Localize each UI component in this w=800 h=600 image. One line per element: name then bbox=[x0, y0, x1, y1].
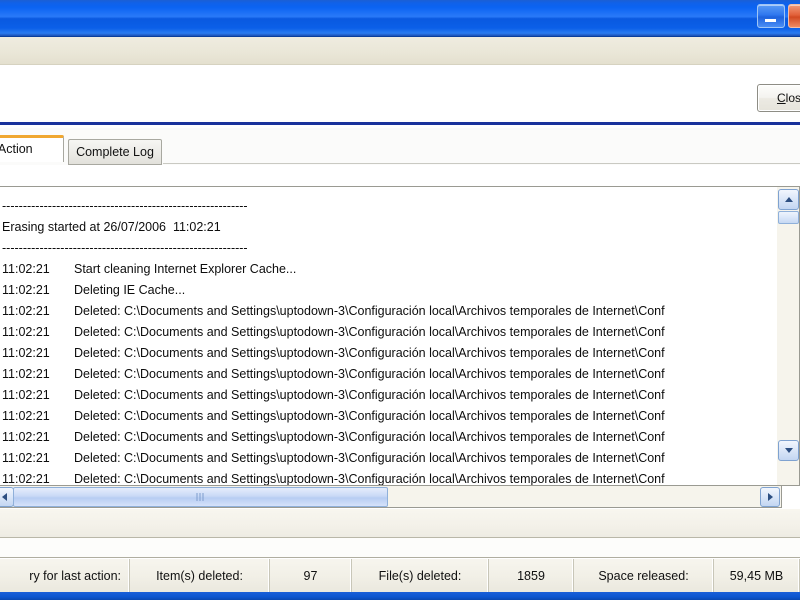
menu-strip bbox=[0, 37, 800, 65]
log-line: 11:02:21 Start cleaning Internet Explorer… bbox=[2, 259, 665, 280]
log-line-message: Deleted: C:\Documents and Settings\uptod… bbox=[74, 430, 665, 444]
status-bar-cell: 97 bbox=[270, 559, 352, 593]
scroll-left-button[interactable] bbox=[0, 487, 14, 507]
panel-filler bbox=[0, 509, 800, 538]
log-line-message: Deleted: C:\Documents and Settings\uptod… bbox=[74, 304, 665, 318]
log-line-message: Deleting IE Cache... bbox=[74, 283, 186, 297]
log-line-message: Deleted: C:\Documents and Settings\uptod… bbox=[74, 451, 665, 465]
log-text-panel[interactable]: ----------------------------------------… bbox=[0, 186, 782, 486]
scroll-right-button[interactable] bbox=[760, 487, 780, 507]
chevron-right-icon bbox=[767, 493, 773, 501]
vertical-scroll-thumb[interactable] bbox=[778, 211, 799, 224]
log-line-message: Deleted: C:\Documents and Settings\uptod… bbox=[74, 388, 665, 402]
window-titlebar: e bbox=[0, 0, 800, 37]
log-line-message: Deleted: C:\Documents and Settings\uptod… bbox=[74, 409, 665, 423]
horizontal-scroll-thumb[interactable] bbox=[13, 487, 388, 507]
scroll-thumb-grip bbox=[196, 493, 205, 501]
log-line: 11:02:21 Deleted: C:\Documents and Settin… bbox=[2, 448, 665, 469]
log-line-timestamp: 11:02:21 bbox=[2, 409, 50, 423]
chevron-up-icon bbox=[784, 197, 793, 202]
log-line: 11:02:21 Deleted: C:\Documents and Settin… bbox=[2, 322, 665, 343]
close-window-button[interactable] bbox=[788, 4, 800, 28]
status-bar-cell: 1859 bbox=[489, 559, 574, 593]
log-separator: ----------------------------------------… bbox=[2, 241, 248, 255]
status-bar: ry for last action: Item(s) deleted: 97 Fil… bbox=[0, 558, 800, 593]
log-line-message: Start cleaning Internet Explorer Cache..… bbox=[74, 262, 297, 276]
log-line: 11:02:21 Deleted: C:\Documents and Settin… bbox=[2, 343, 665, 364]
log-line-timestamp: 11:02:21 bbox=[2, 325, 50, 339]
close-button[interactable]: Clos bbox=[757, 84, 800, 112]
log-line-message: Deleted: C:\Documents and Settings\uptod… bbox=[74, 472, 665, 486]
log-separator: ----------------------------------------… bbox=[2, 199, 248, 213]
status-bar-cell: Item(s) deleted: bbox=[130, 559, 270, 593]
log-line-timestamp: 11:02:21 bbox=[2, 451, 50, 465]
log-line: 11:02:21 Deleting IE Cache... bbox=[2, 280, 665, 301]
close-button-label: los bbox=[785, 91, 800, 105]
log-text-content: ----------------------------------------… bbox=[2, 196, 665, 486]
log-line: 11:02:21 Deleted: C:\Documents and Settin… bbox=[2, 427, 665, 448]
log-line-timestamp: 11:02:21 bbox=[2, 367, 50, 381]
chevron-left-icon bbox=[1, 493, 7, 501]
log-line-timestamp: 11:02:21 bbox=[2, 304, 50, 318]
minimize-icon bbox=[765, 19, 776, 22]
status-bar-cell: Space released: bbox=[574, 559, 714, 593]
window-caption-buttons bbox=[757, 4, 800, 28]
header-divider bbox=[0, 122, 800, 125]
log-line: 11:02:21 Deleted: C:\Documents and Settin… bbox=[2, 301, 665, 322]
header-band: g bbox=[0, 65, 800, 122]
log-line: 11:02:21 Deleted: C:\Documents and Settin… bbox=[2, 385, 665, 406]
tabstrip: st Action Complete Log bbox=[0, 128, 800, 165]
log-line-timestamp: 11:02:21 bbox=[2, 472, 50, 486]
log-line-message: Deleted: C:\Documents and Settings\uptod… bbox=[74, 346, 665, 360]
tab-complete-log[interactable]: Complete Log bbox=[68, 139, 162, 165]
window-bottom-edge bbox=[0, 592, 800, 600]
status-bar-cell: File(s) deleted: bbox=[352, 559, 489, 593]
log-horizontal-scrollbar[interactable] bbox=[0, 486, 782, 508]
log-line: 11:02:21 Deleted: C:\Documents and Settin… bbox=[2, 469, 665, 486]
tab-last-action[interactable]: st Action bbox=[0, 135, 64, 162]
log-line-timestamp: 11:02:21 bbox=[2, 283, 50, 297]
log-line-message: Deleted: C:\Documents and Settings\uptod… bbox=[74, 325, 665, 339]
log-line-timestamp: 11:02:21 bbox=[2, 262, 50, 276]
scroll-up-button[interactable] bbox=[778, 189, 799, 210]
tabstrip-underline bbox=[163, 163, 800, 164]
log-window: e g Clos st Action Complete Log --------… bbox=[0, 0, 800, 600]
minimize-button[interactable] bbox=[757, 4, 785, 28]
log-line: 11:02:21 Deleted: C:\Documents and Settin… bbox=[2, 364, 665, 385]
log-line: Erasing started at 26/07/2006 11:02:21 bbox=[2, 220, 221, 234]
close-button-mnemonic: C bbox=[776, 91, 786, 105]
chevron-down-icon bbox=[784, 448, 793, 453]
log-line-message: Deleted: C:\Documents and Settings\uptod… bbox=[74, 367, 665, 381]
log-line-timestamp: 11:02:21 bbox=[2, 430, 50, 444]
panel-filler-secondary bbox=[0, 538, 800, 558]
status-bar-cell: 59,45 MB bbox=[714, 559, 800, 593]
log-line-timestamp: 11:02:21 bbox=[2, 388, 50, 402]
log-line: 11:02:21 Deleted: C:\Documents and Settin… bbox=[2, 406, 665, 427]
status-bar-cell: ry for last action: bbox=[0, 559, 130, 593]
log-line-timestamp: 11:02:21 bbox=[2, 346, 50, 360]
scroll-down-button[interactable] bbox=[778, 440, 799, 461]
log-vertical-scrollbar[interactable] bbox=[777, 186, 800, 486]
